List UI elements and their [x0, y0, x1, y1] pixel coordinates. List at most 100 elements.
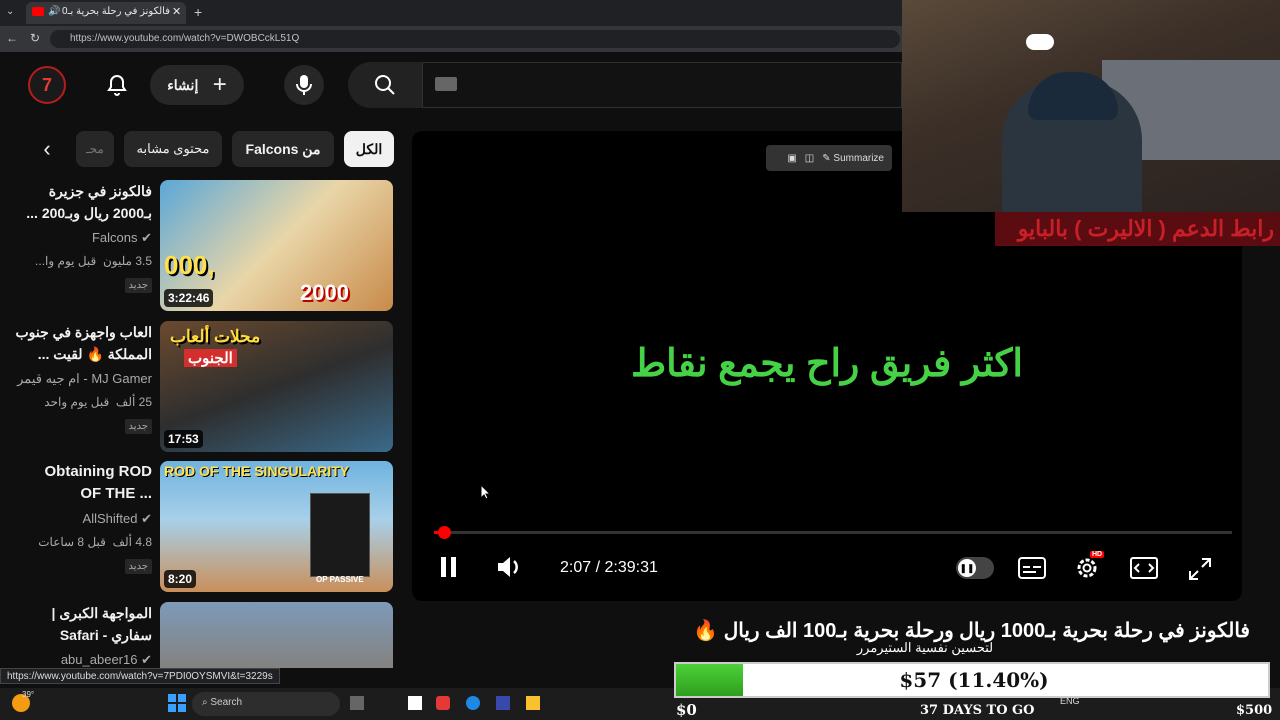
summarize-toolbar: ▣ ◫ ✎ Summarize	[766, 145, 892, 171]
duration-badge: 17:53	[164, 430, 203, 448]
donation-start: $0	[676, 701, 697, 719]
close-tab-icon[interactable]: ✕	[172, 5, 181, 18]
thumb-text: محلات ألعاب	[170, 327, 261, 346]
video-title[interactable]: العاب واجهزة في جنوب المملكة 🔥 لقيت ...	[2, 321, 153, 365]
volume-button[interactable]	[496, 555, 524, 579]
controller-light-icon	[1026, 34, 1054, 50]
chip-more[interactable]: محـ	[76, 131, 114, 167]
chip-from-falcons[interactable]: من Falcons	[232, 131, 334, 167]
list-item[interactable]: المواجهة الكبرى | سفاري - Safari abu_abe…	[0, 602, 400, 668]
view-count: 3.5 مليون	[102, 254, 152, 268]
store-icon[interactable]	[496, 696, 510, 710]
voice-search-button[interactable]	[284, 65, 324, 105]
search-input[interactable]	[422, 62, 902, 108]
list-item[interactable]: محلات ألعاب الجنوب 17:53 العاب واجهزة في…	[0, 321, 400, 453]
app-icon[interactable]	[408, 696, 422, 710]
pause-icon	[441, 557, 456, 577]
subtitles-button[interactable]	[1018, 557, 1046, 579]
view-count: 4.8 ألف	[112, 535, 152, 549]
fullscreen-button[interactable]	[1188, 557, 1212, 581]
thumb-text: OP PASSIVE	[316, 575, 364, 584]
channel-name[interactable]: ام جيه قيمر - MJ Gamer	[17, 371, 152, 387]
donation-amount: $57 (11.40%)	[899, 668, 1049, 692]
edge-icon[interactable]	[466, 696, 480, 710]
channel-name[interactable]: abu_abeer16 ✔	[61, 652, 152, 668]
screenshot-icon[interactable]: ◫	[805, 153, 814, 164]
item-card-image	[310, 493, 370, 577]
summarize-button[interactable]: ✎ Summarize	[822, 153, 884, 164]
progress-bar[interactable]	[434, 526, 1232, 539]
avatar[interactable]: 7	[28, 66, 66, 104]
taskbar-search-label: Search	[210, 697, 243, 708]
create-button[interactable]: إنشاء +	[150, 65, 244, 105]
verified-icon: ✔	[141, 652, 152, 667]
new-badge: جديد	[124, 278, 152, 293]
url-field[interactable]: https://www.youtube.com/watch?v=DWOBCckL…	[50, 30, 900, 48]
fullscreen-icon	[1189, 558, 1211, 580]
upload-age: قبل 8 ساعات	[38, 535, 106, 549]
chip-related-label: محتوى مشابه	[136, 141, 210, 156]
chip-all-label: الكل	[355, 140, 383, 157]
video-thumbnail[interactable]: ROD OF THE SINGULARITY OP PASSIVE 8:20	[160, 461, 393, 592]
video-thumbnail[interactable]	[160, 602, 393, 668]
weather-temp: 39°	[22, 690, 35, 699]
browser-tab[interactable]: 🔊 فالكونز في رحلة بحرية بـ1000 ر ✕	[26, 2, 186, 24]
reload-icon[interactable]: ↻	[30, 31, 40, 45]
taskbar-search[interactable]: ⌕ Search	[192, 692, 340, 716]
avatar-letter: 7	[41, 74, 52, 95]
chip-related[interactable]: محتوى مشابه	[124, 131, 222, 167]
picture-in-picture-icon[interactable]: ▣	[787, 153, 796, 164]
chip-all[interactable]: الكل	[344, 131, 394, 167]
pause-button[interactable]	[438, 555, 460, 579]
overlay-text: لتحسين نفسية الستيرمرر	[856, 640, 994, 655]
new-badge: جديد	[124, 559, 152, 574]
back-arrow-icon[interactable]: ←	[6, 31, 18, 45]
autoplay-toggle[interactable]: ❚❚	[956, 557, 994, 579]
video-title[interactable]: Obtaining ROD OF THE ...	[2, 461, 153, 505]
theater-mode-button[interactable]	[1130, 557, 1158, 579]
video-title[interactable]: فالكونز في جزيرة بـ2000 ريال وبـ200 ...	[2, 180, 152, 224]
summarize-label: Summarize	[833, 152, 884, 164]
list-item[interactable]: ROD OF THE SINGULARITY OP PASSIVE 8:20 O…	[0, 461, 400, 593]
upload-age: قبل يوم وا...	[35, 254, 97, 268]
channel-name[interactable]: AllShifted ✔	[83, 511, 152, 527]
channel-name[interactable]: Falcons ✔	[92, 230, 152, 246]
url-text: https://www.youtube.com/watch?v=DWOBCckL…	[70, 33, 300, 44]
channel-label: Falcons	[91, 230, 138, 245]
duration-badge: 3:22:46	[164, 289, 214, 307]
channel-label: ام جيه قيمر - MJ Gamer	[17, 371, 152, 386]
chevron-left-icon[interactable]: ‹	[30, 136, 64, 164]
video-meta: 25 ألف قبل يوم واحد	[44, 395, 152, 409]
mouse-cursor-icon	[480, 484, 492, 500]
settings-button[interactable]: HD	[1074, 551, 1105, 581]
youtube-app-icon[interactable]	[436, 696, 450, 710]
video-title-line: OF THE ...	[80, 485, 152, 502]
verified-icon: ✔	[141, 230, 152, 245]
keyboard-icon[interactable]	[435, 77, 457, 91]
view-count: 25 ألف	[115, 395, 152, 409]
folder-icon[interactable]	[526, 696, 540, 710]
progress-scrubber[interactable]	[438, 526, 452, 539]
new-tab-icon[interactable]: +	[194, 4, 202, 20]
notifications-bell-icon[interactable]	[100, 68, 134, 102]
video-title[interactable]: المواجهة الكبرى | سفاري - Safari	[2, 602, 152, 646]
thumb-text: 000,	[164, 250, 215, 280]
task-view-icon[interactable]	[350, 696, 364, 710]
windows-start-icon[interactable]	[168, 694, 186, 712]
thumb-text: الجنوب	[184, 349, 237, 367]
subtitles-icon	[1018, 557, 1046, 579]
tab-list-chevron-icon[interactable]: ⌄	[6, 6, 14, 17]
video-thumbnail[interactable]: 000, 2000 3:22:46	[160, 180, 393, 311]
chip-more-label: محـ	[86, 142, 104, 156]
list-item[interactable]: 000, 2000 3:22:46 فالكونز في جزيرة بـ200…	[0, 180, 400, 312]
search-button[interactable]	[348, 62, 422, 108]
theater-icon	[1130, 557, 1158, 579]
video-title-line: Obtaining ROD	[44, 463, 153, 480]
video-thumbnail[interactable]: محلات ألعاب الجنوب 17:53	[160, 321, 393, 452]
speaker-icon[interactable]: 🔊	[48, 6, 60, 17]
search-icon	[375, 75, 395, 95]
video-meta: 3.5 مليون قبل يوم وا...	[35, 254, 152, 268]
upload-age: قبل يوم واحد	[44, 395, 110, 409]
youtube-favicon-icon	[32, 7, 44, 16]
plus-icon: +	[212, 71, 227, 98]
